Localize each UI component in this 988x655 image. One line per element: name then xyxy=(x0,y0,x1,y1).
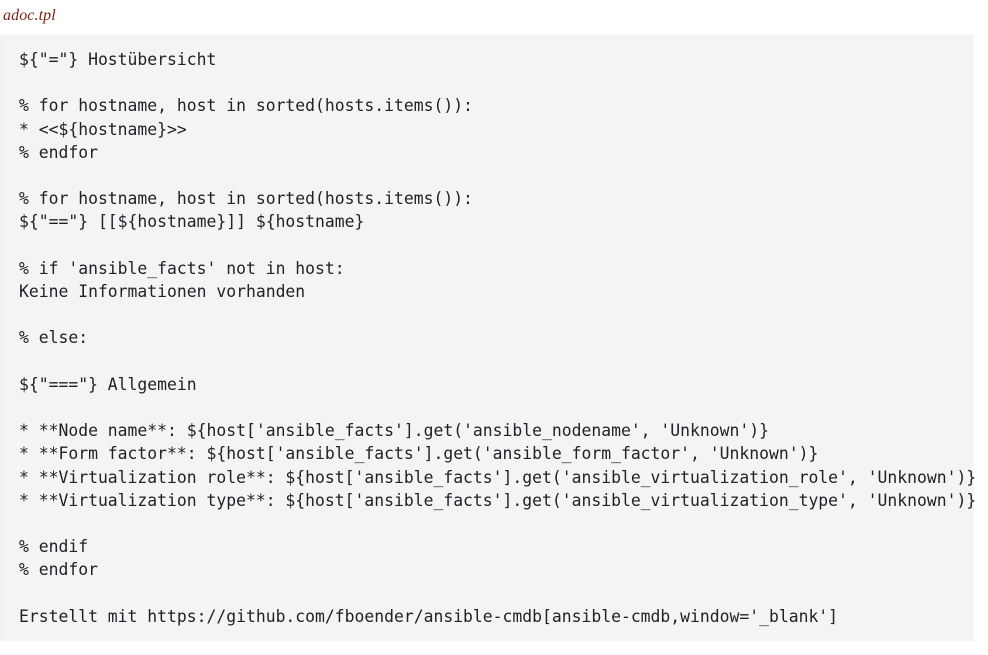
code-line: % endif xyxy=(19,537,89,557)
code-line: % endfor xyxy=(19,142,98,162)
code-line: % for hostname, host in sorted(hosts.ite… xyxy=(19,96,473,116)
code-line: Keine Informationen vorhanden xyxy=(19,282,306,302)
code-line: % if 'ansible_facts' not in host: xyxy=(19,258,345,278)
code-content: ${"="} Hostübersicht % for hostname, hos… xyxy=(1,35,977,628)
code-line: ${"=="} [[${hostname}]] ${hostname} xyxy=(19,212,365,232)
code-line: * <<${hostname}>> xyxy=(19,119,187,139)
code-line: * **Node name**: ${host['ansible_facts']… xyxy=(19,421,769,441)
code-line: * **Form factor**: ${host['ansible_facts… xyxy=(19,444,819,464)
code-line: % for hostname, host in sorted(hosts.ite… xyxy=(19,189,473,209)
code-line: % else: xyxy=(19,328,89,348)
block-title: adoc.tpl xyxy=(3,7,56,24)
code-line: % endfor xyxy=(19,560,98,580)
code-line: * **Virtualization type**: ${host['ansib… xyxy=(19,490,977,510)
code-line: ${"="} Hostübersicht xyxy=(19,50,217,69)
code-line: Erstellt mit https://github.com/fboender… xyxy=(19,606,839,626)
code-line: * **Virtualization role**: ${host['ansib… xyxy=(19,467,977,487)
code-line: ${"==="} Allgemein xyxy=(19,374,197,394)
code-block-container: ${"="} Hostübersicht % for hostname, hos… xyxy=(0,35,977,641)
